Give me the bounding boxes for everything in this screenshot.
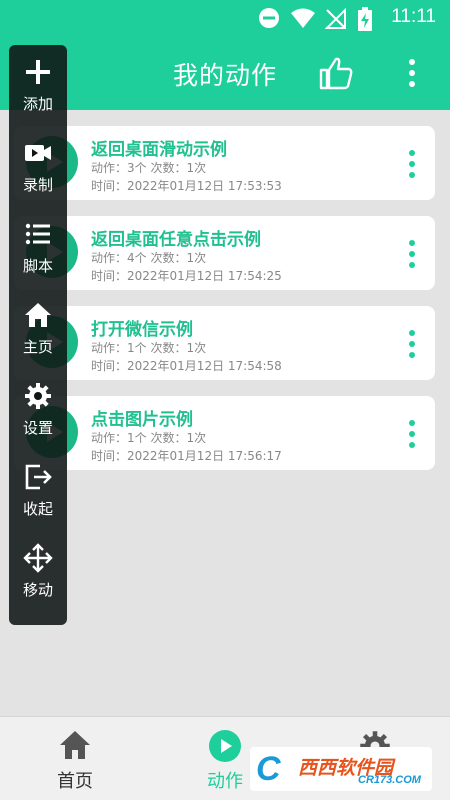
menu-item-label: 脚本 bbox=[22, 257, 53, 275]
menu-item-move[interactable]: 移动 bbox=[9, 531, 67, 611]
action-counts: 动作：1个 次数：1次 bbox=[91, 341, 207, 355]
action-card[interactable]: 返回桌面任意点击示例 动作：4个 次数：1次 时间：2022年01月12日 17… bbox=[14, 216, 435, 290]
action-card[interactable]: 打开微信示例 动作：1个 次数：1次 时间：2022年01月12日 17:54:… bbox=[14, 306, 435, 380]
menu-item-label: 收起 bbox=[22, 500, 53, 518]
action-time: 时间：2022年01月12日 17:54:58 bbox=[91, 359, 282, 373]
move-arrows-icon bbox=[23, 543, 53, 573]
play-circle-icon bbox=[208, 729, 242, 767]
status-bar: 11:11 bbox=[0, 0, 450, 38]
action-name: 返回桌面滑动示例 bbox=[91, 140, 227, 160]
action-time: 时间：2022年01月12日 17:56:17 bbox=[91, 449, 282, 463]
action-counts: 动作：3个 次数：1次 bbox=[91, 161, 207, 175]
more-options-icon[interactable] bbox=[409, 330, 415, 363]
watermark-logo: C 西西软件园 CR173.COM bbox=[250, 747, 432, 791]
menu-item-home[interactable]: 主页 bbox=[9, 288, 67, 368]
action-counts: 动作：4个 次数：1次 bbox=[91, 251, 207, 265]
menu-item-label: 添加 bbox=[22, 95, 53, 113]
video-camera-icon bbox=[23, 138, 53, 168]
menu-item-script[interactable]: 脚本 bbox=[9, 207, 67, 287]
more-options-icon[interactable] bbox=[409, 240, 415, 273]
menu-item-collapse[interactable]: 收起 bbox=[9, 450, 67, 530]
menu-item-label: 录制 bbox=[22, 176, 53, 194]
no-signal-icon bbox=[324, 7, 346, 33]
home-icon bbox=[58, 729, 92, 765]
dnd-icon bbox=[258, 7, 280, 33]
action-time: 时间：2022年01月12日 17:54:25 bbox=[91, 269, 282, 283]
app-header: 11:11 我的动作 bbox=[0, 0, 450, 110]
battery-charging-icon bbox=[358, 7, 372, 35]
watermark-letter: C bbox=[256, 750, 281, 788]
plus-icon bbox=[23, 57, 53, 87]
floating-menu: 添加 录制 脚本 主页 设置 收起 移动 bbox=[9, 45, 67, 625]
list-icon bbox=[23, 219, 53, 249]
menu-item-record[interactable]: 录制 bbox=[9, 126, 67, 206]
home-icon bbox=[23, 300, 53, 330]
page-title: 我的动作 bbox=[172, 61, 277, 90]
action-name: 打开微信示例 bbox=[91, 320, 193, 340]
action-name: 点击图片示例 bbox=[91, 410, 193, 430]
action-time: 时间：2022年01月12日 17:53:53 bbox=[91, 179, 282, 193]
more-options-icon[interactable] bbox=[409, 150, 415, 183]
tab-label: 首页 bbox=[57, 771, 93, 792]
menu-item-label: 主页 bbox=[22, 338, 53, 356]
tab-home[interactable]: 首页 bbox=[0, 717, 150, 800]
action-counts: 动作：1个 次数：1次 bbox=[91, 431, 207, 445]
more-options-icon[interactable] bbox=[400, 58, 424, 92]
menu-item-add[interactable]: 添加 bbox=[9, 45, 67, 125]
watermark-subtext: CR173.COM bbox=[358, 774, 421, 786]
action-card[interactable]: 点击图片示例 动作：1个 次数：1次 时间：2022年01月12日 17:56:… bbox=[14, 396, 435, 470]
menu-item-label: 移动 bbox=[22, 581, 53, 599]
more-options-icon[interactable] bbox=[409, 420, 415, 453]
menu-item-settings[interactable]: 设置 bbox=[9, 369, 67, 449]
menu-item-label: 设置 bbox=[22, 419, 53, 437]
thumbs-up-icon[interactable] bbox=[318, 55, 354, 95]
status-time: 11:11 bbox=[391, 6, 436, 27]
action-card[interactable]: 返回桌面滑动示例 动作：3个 次数：1次 时间：2022年01月12日 17:5… bbox=[14, 126, 435, 200]
exit-icon bbox=[23, 462, 53, 492]
wifi-icon bbox=[290, 7, 316, 33]
gear-icon bbox=[23, 381, 53, 411]
action-name: 返回桌面任意点击示例 bbox=[91, 230, 261, 250]
